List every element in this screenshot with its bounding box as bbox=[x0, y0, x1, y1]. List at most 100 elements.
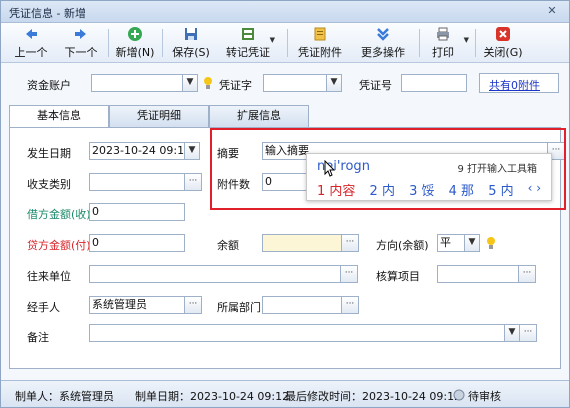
toolbar-divider bbox=[162, 29, 163, 57]
close-icon[interactable]: ✕ bbox=[545, 4, 559, 18]
more-actions-button[interactable]: 更多操作 bbox=[357, 26, 409, 60]
category-browse-button[interactable]: ··· bbox=[184, 173, 202, 191]
print-button[interactable]: 打印 ▼ bbox=[427, 26, 469, 60]
voucher-number-label: 凭证号 bbox=[359, 79, 392, 92]
modified-status: 最后修改时间：2023-10-24 09:12 bbox=[285, 390, 462, 403]
status-bar: 制单人：系统管理员 制单日期：2023-10-24 09:12 最后修改时间：2… bbox=[1, 380, 569, 407]
chevron-down-icon: ▼ bbox=[463, 36, 469, 44]
ime-candidate[interactable]: 1 内容 bbox=[317, 180, 355, 199]
toolbar-divider bbox=[475, 29, 476, 57]
add-icon bbox=[128, 27, 142, 41]
attachment-link-box: 共有0附件 bbox=[479, 73, 559, 93]
ime-candidate[interactable]: 5 内 bbox=[488, 180, 513, 199]
category-input[interactable] bbox=[89, 173, 185, 191]
tab-basic-info[interactable]: 基本信息 bbox=[9, 105, 109, 128]
ime-toolbox-link[interactable]: 9 打开输入工具箱 bbox=[457, 160, 537, 175]
ime-candidate[interactable]: 4 那 bbox=[449, 180, 474, 199]
remark-browse-button[interactable]: ··· bbox=[519, 324, 537, 342]
made-date-status: 制单日期：2023-10-24 09:12 bbox=[135, 390, 290, 403]
debit-label: 借方金额(收) bbox=[27, 208, 91, 221]
ime-candidate[interactable]: 3 馁 bbox=[409, 180, 434, 199]
ime-candidate-list: 1 内容 2 内 3 馁 4 那 5 内 bbox=[317, 180, 524, 199]
maker-status: 制单人：系统管理员 bbox=[15, 390, 114, 403]
close-label: 关闭(G) bbox=[483, 46, 523, 59]
next-button[interactable]: 下一个 bbox=[59, 26, 103, 60]
chevron-down-icon: ▼ bbox=[269, 36, 275, 44]
remark-input[interactable] bbox=[89, 324, 505, 342]
unit-input[interactable] bbox=[89, 265, 341, 283]
date-input[interactable]: 2023-10-24 09:12 bbox=[89, 142, 185, 160]
direction-select[interactable]: 平 bbox=[437, 234, 465, 252]
post-icon bbox=[242, 28, 254, 40]
project-browse-button[interactable]: ··· bbox=[518, 265, 536, 283]
new-button[interactable]: 新增(N) bbox=[113, 26, 157, 60]
close-icon bbox=[496, 27, 510, 41]
account-dropdown[interactable]: ▼ bbox=[182, 74, 198, 92]
toolbar-divider bbox=[108, 29, 109, 57]
save-label: 保存(S) bbox=[172, 46, 210, 59]
unit-browse-button[interactable]: ··· bbox=[340, 265, 358, 283]
account-input[interactable] bbox=[91, 74, 183, 92]
tab-extended-info[interactable]: 扩展信息 bbox=[209, 105, 309, 127]
save-icon bbox=[185, 28, 197, 40]
project-input[interactable] bbox=[437, 265, 519, 283]
toolbar-divider bbox=[287, 29, 288, 57]
account-label: 资金账户 bbox=[27, 79, 71, 92]
tab-voucher-details[interactable]: 凭证明细 bbox=[109, 105, 209, 127]
next-label: 下一个 bbox=[64, 46, 98, 59]
handler-input[interactable]: 系统管理员 bbox=[89, 296, 185, 314]
ime-candidate[interactable]: 2 内 bbox=[370, 180, 395, 199]
audit-status: 待审核 bbox=[468, 390, 501, 403]
voucher-word-label: 凭证字 bbox=[219, 79, 252, 92]
balance-input[interactable] bbox=[262, 234, 342, 252]
attachment-link[interactable]: 共有0附件 bbox=[489, 77, 540, 93]
debit-input[interactable]: 0 bbox=[89, 203, 185, 221]
attach-label: 凭证附件 bbox=[298, 46, 342, 59]
close-button[interactable]: 关闭(G) bbox=[481, 26, 525, 60]
print-label: 打印 bbox=[432, 46, 454, 59]
toolbar-divider bbox=[419, 29, 420, 57]
mouse-cursor-icon bbox=[324, 160, 336, 177]
pending-icon bbox=[453, 389, 465, 401]
printer-icon bbox=[437, 27, 449, 41]
handler-browse-button[interactable]: ··· bbox=[184, 296, 202, 314]
direction-dropdown[interactable]: ▼ bbox=[464, 234, 480, 252]
voucher-number-input[interactable] bbox=[401, 74, 467, 92]
lightbulb-icon bbox=[487, 237, 495, 249]
arrow-right-icon bbox=[75, 29, 86, 39]
credit-input[interactable]: 0 bbox=[89, 234, 185, 252]
title-bar: 凭证信息 - 新增 ✕ bbox=[1, 1, 569, 23]
post-label: 转记凭证 bbox=[226, 46, 270, 59]
attachment-icon bbox=[314, 27, 326, 41]
prev-button[interactable]: 上一个 bbox=[9, 26, 53, 60]
balance-browse-button[interactable]: ··· bbox=[341, 234, 359, 252]
more-label: 更多操作 bbox=[361, 46, 405, 59]
remark-label: 备注 bbox=[27, 331, 49, 344]
voucher-word-dropdown[interactable]: ▼ bbox=[326, 74, 342, 92]
project-label: 核算项目 bbox=[376, 270, 420, 283]
dept-input[interactable] bbox=[262, 296, 342, 314]
arrow-left-icon bbox=[26, 29, 37, 39]
ime-candidate-window: nei'rogn 9 打开输入工具箱 1 内容 2 内 3 馁 4 那 5 内 … bbox=[306, 153, 552, 201]
voucher-word-input[interactable] bbox=[263, 74, 327, 92]
handler-label: 经手人 bbox=[27, 301, 60, 314]
direction-label: 方向(余额) bbox=[376, 239, 429, 252]
unit-label: 往来单位 bbox=[27, 270, 71, 283]
post-voucher-button[interactable]: 转记凭证 ▼ bbox=[223, 26, 275, 60]
lightbulb-icon bbox=[204, 77, 212, 89]
window-title: 凭证信息 - 新增 bbox=[9, 7, 86, 20]
dept-label: 所属部门 bbox=[217, 301, 261, 314]
remark-dropdown[interactable]: ▼ bbox=[504, 324, 520, 342]
credit-label: 贷方金额(付) bbox=[27, 239, 91, 252]
voucher-attachment-button[interactable]: 凭证附件 bbox=[295, 26, 345, 60]
voucher-window: 凭证信息 - 新增 ✕ 上一个 下一个 新增(N) 保存(S) 转记凭证 ▼ 凭… bbox=[0, 0, 570, 408]
dept-browse-button[interactable]: ··· bbox=[341, 296, 359, 314]
prev-label: 上一个 bbox=[14, 46, 48, 59]
save-button[interactable]: 保存(S) bbox=[169, 26, 213, 60]
date-dropdown[interactable]: ▼ bbox=[184, 142, 200, 160]
ime-page-nav[interactable]: ‹ › bbox=[528, 181, 541, 195]
new-label: 新增(N) bbox=[115, 46, 155, 59]
date-label: 发生日期 bbox=[27, 147, 71, 160]
double-chevron-down-icon bbox=[377, 28, 389, 41]
category-label: 收支类别 bbox=[27, 178, 71, 191]
